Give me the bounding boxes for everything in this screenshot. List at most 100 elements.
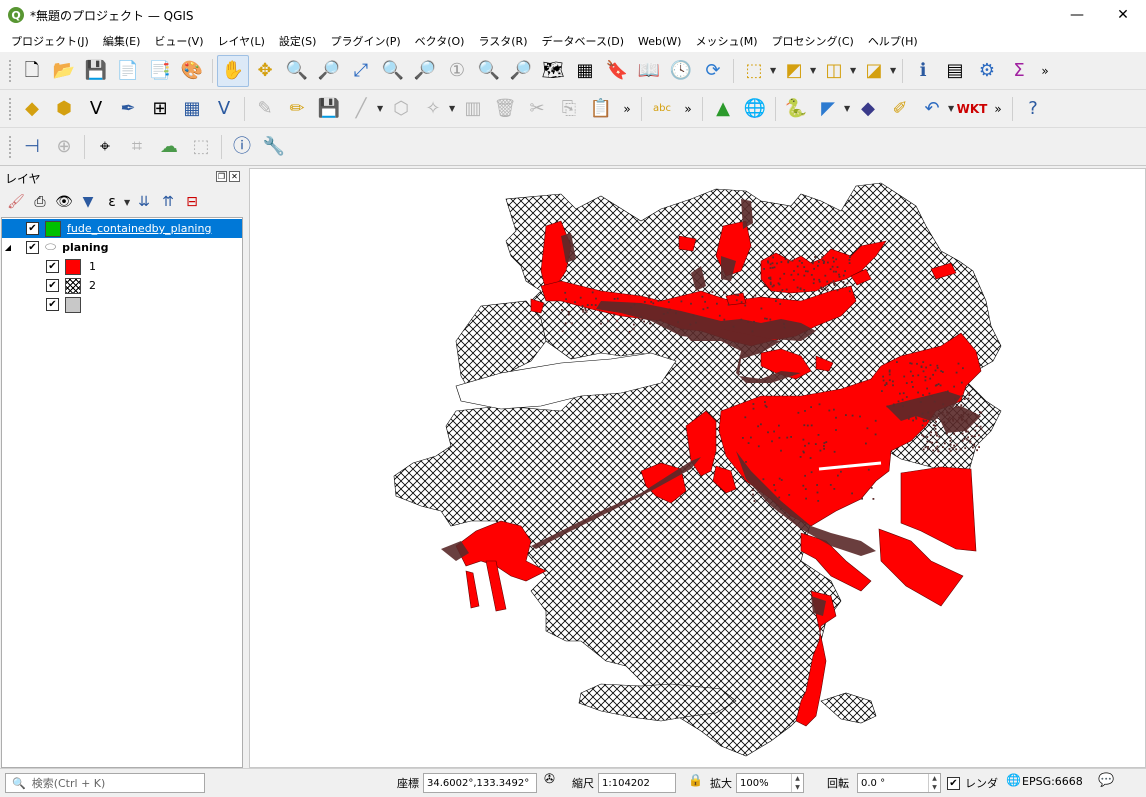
crs-button[interactable]: EPSG:6668 <box>1022 775 1083 788</box>
zoom-out-icon[interactable]: 🔎 <box>313 55 345 87</box>
zoom-to-layer-icon[interactable]: 🔎 <box>409 55 441 87</box>
zoom-in-icon[interactable]: 🔍 <box>281 55 313 87</box>
wkt-plugin-icon[interactable]: WKT <box>956 93 988 125</box>
menu-database[interactable]: データベース(D) <box>535 33 632 49</box>
digitize-icon[interactable]: ✒ <box>112 93 144 125</box>
menu-mesh[interactable]: メッシュ(M) <box>688 33 764 49</box>
scale-field[interactable]: 1:104202 <box>598 773 676 793</box>
measure-icon[interactable]: ⌗ <box>121 131 153 163</box>
toolbar-grip[interactable] <box>8 134 12 159</box>
locator-search-input[interactable]: 🔍 検索(Ctrl + K) <box>5 773 205 793</box>
chevron-down-icon[interactable]: ▼ <box>890 66 898 75</box>
add-raster-layer-icon[interactable]: ▦ <box>176 93 208 125</box>
rotation-field[interactable]: 0.0 ° ▲ ▼ <box>857 773 941 793</box>
undo-plugin-icon[interactable]: ↶ <box>916 93 948 125</box>
copy-features-icon[interactable]: ⎘ <box>553 93 585 125</box>
add-shape-icon[interactable]: ☁ <box>153 131 185 163</box>
layer-visibility-checkbox[interactable]: ✔ <box>26 222 39 235</box>
pan-to-selection-icon[interactable]: ✥ <box>249 55 281 87</box>
chevron-down-icon[interactable]: ▼ <box>948 104 956 113</box>
python-console-icon[interactable]: 🐍 <box>780 93 812 125</box>
magnifier-field[interactable]: 100% ▲ ▼ <box>736 773 804 793</box>
toolbar-more-icon[interactable]: » <box>678 102 698 116</box>
identify-features-icon[interactable]: ℹ <box>907 55 939 87</box>
new-bookmark-icon[interactable]: 🔖 <box>601 55 633 87</box>
map-canvas[interactable] <box>249 168 1146 768</box>
render-checkbox[interactable]: ✔ <box>947 777 960 790</box>
menu-view[interactable]: ビュー(V) <box>147 33 210 49</box>
maximize-button[interactable] <box>1052 0 1098 30</box>
modify-attributes-icon[interactable]: ▥ <box>457 93 489 125</box>
layout-manager-icon[interactable]: 📑 <box>144 55 176 87</box>
add-wms-layer-icon[interactable]: V <box>208 93 240 125</box>
layer-name[interactable]: fude_containedby_planing <box>67 222 211 235</box>
chevron-down-icon[interactable]: ▼ <box>377 104 385 113</box>
messages-icon[interactable]: 💬 <box>1098 773 1114 788</box>
menu-edit[interactable]: 編集(E) <box>96 33 148 49</box>
toggle-editing-icon[interactable]: ✏ <box>281 93 313 125</box>
float-panel-icon[interactable]: ❐ <box>216 171 227 182</box>
zoom-last-icon[interactable]: 🔍 <box>473 55 505 87</box>
geometry-checker-icon[interactable]: ▲ <box>707 93 739 125</box>
layer-styling-icon[interactable]: 🖌 <box>4 191 28 213</box>
layer-item-fude[interactable]: ✔ fude_containedby_planing <box>2 219 242 238</box>
add-vector-layer-icon[interactable]: V <box>80 93 112 125</box>
zoom-full-icon[interactable]: ⤢ <box>345 55 377 87</box>
select-by-value-icon[interactable]: ◩ <box>778 55 810 87</box>
current-edits-icon[interactable]: ✎ <box>249 93 281 125</box>
show-bookmarks-icon[interactable]: 📖 <box>633 55 665 87</box>
open-project-icon[interactable]: 📂 <box>48 55 80 87</box>
chevron-down-icon[interactable]: ▼ <box>850 66 858 75</box>
filter-expression-icon[interactable]: ε <box>100 191 124 213</box>
chevron-down-icon[interactable]: ▼ <box>124 198 132 207</box>
zoom-native-icon[interactable]: ① <box>441 55 473 87</box>
new-project-icon[interactable]: 🗋 <box>16 55 48 87</box>
toolbar-more-icon[interactable]: » <box>617 102 637 116</box>
layer-item-planing[interactable]: ◢ ✔ ⬭ planing <box>2 238 242 257</box>
new-geopackage-layer-icon[interactable]: ⬢ <box>48 93 80 125</box>
help-icon[interactable]: ? <box>1017 93 1049 125</box>
spinner-icon[interactable]: ▲ ▼ <box>928 774 940 792</box>
georeference-icon[interactable]: ⌖ <box>89 131 121 163</box>
open-attribute-table-icon[interactable]: ▤ <box>939 55 971 87</box>
chevron-down-icon[interactable]: ▼ <box>810 66 818 75</box>
legend-visibility-checkbox[interactable]: ✔ <box>46 260 59 273</box>
new-map-view-icon[interactable]: 🗺 <box>537 55 569 87</box>
legend-visibility-checkbox[interactable]: ✔ <box>46 298 59 311</box>
chevron-down-icon[interactable]: ▼ <box>844 104 852 113</box>
legend-item[interactable]: ✔ 2 <box>2 276 242 295</box>
menu-processing[interactable]: プロセシング(C) <box>765 33 861 49</box>
toolbar-more-icon[interactable]: » <box>1035 64 1055 78</box>
statistical-summary-icon[interactable]: Σ <box>1003 55 1035 87</box>
expand-all-icon[interactable]: ⇊ <box>132 191 156 213</box>
remove-layer-icon[interactable]: ⊟ <box>180 191 204 213</box>
wrench-icon[interactable]: 🔧 <box>258 131 290 163</box>
zoom-next-icon[interactable]: 🔎 <box>505 55 537 87</box>
crosshair-icon[interactable]: ⊕ <box>48 131 80 163</box>
menu-settings[interactable]: 設定(S) <box>272 33 324 49</box>
manage-visibility-icon[interactable]: 👁 <box>52 191 76 213</box>
layer-visibility-checkbox[interactable]: ✔ <box>26 241 39 254</box>
select-shape-icon[interactable]: ⬚ <box>185 131 217 163</box>
chevron-down-icon[interactable]: ▼ <box>449 104 457 113</box>
coordinate-field[interactable]: 34.6002°,133.3492° <box>423 773 537 793</box>
select-features-icon[interactable]: ⬚ <box>738 55 770 87</box>
expand-arrow-icon[interactable]: ◢ <box>2 243 14 252</box>
coordinate-toggle-icon[interactable]: ✇ <box>544 772 555 787</box>
menu-raster[interactable]: ラスタ(R) <box>471 33 534 49</box>
toolbox-icon[interactable]: ⚙ <box>971 55 1003 87</box>
menu-layer[interactable]: レイヤ(L) <box>210 33 271 49</box>
paste-features-icon[interactable]: 📋 <box>585 93 617 125</box>
temporal-controller-icon[interactable]: 🕓 <box>665 55 697 87</box>
label-toolbar-icon[interactable]: abc <box>646 93 678 125</box>
info-icon[interactable]: ⓘ <box>226 131 258 163</box>
select-location-icon[interactable]: ◪ <box>858 55 890 87</box>
save-project-icon[interactable]: 💾 <box>80 55 112 87</box>
style-manager-icon[interactable]: 🎨 <box>176 55 208 87</box>
toolbar-more-icon[interactable]: » <box>988 102 1008 116</box>
data-source-manager-icon[interactable]: ◆ <box>16 93 48 125</box>
delete-selected-icon[interactable]: 🗑 <box>489 93 521 125</box>
save-edits-icon[interactable]: 💾 <box>313 93 345 125</box>
chevron-down-icon[interactable]: ▼ <box>770 66 778 75</box>
pin-tool-icon[interactable]: ⊣ <box>16 131 48 163</box>
